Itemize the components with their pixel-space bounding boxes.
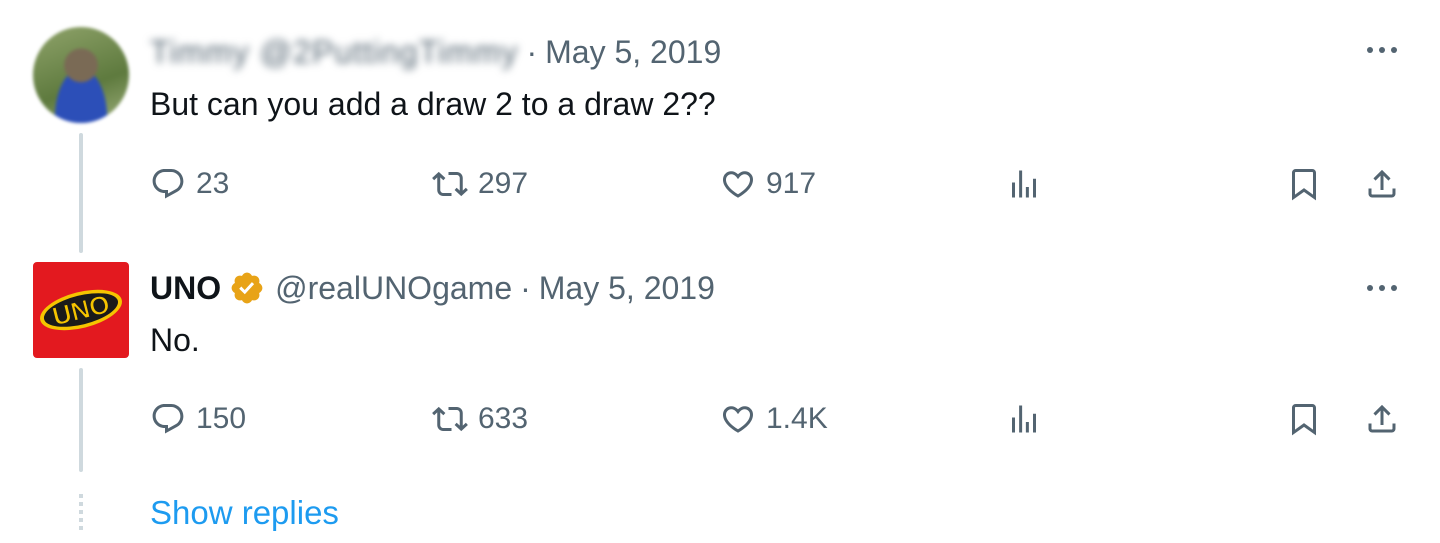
tweet-1-separator: ·	[526, 33, 538, 70]
reply-count: 150	[196, 402, 247, 435]
bookmark-icon	[1292, 169, 1316, 201]
like-icon	[722, 171, 754, 198]
tweet-1-date[interactable]: May 5, 2019	[545, 34, 721, 71]
user-avatar[interactable]	[33, 27, 129, 123]
tweet-2-separator: ·	[520, 269, 531, 306]
reply-button[interactable]: 150	[150, 399, 246, 439]
views-icon	[1012, 170, 1036, 198]
retweet-count: 297	[478, 167, 529, 200]
uno-logo: UNO	[40, 288, 122, 332]
share-button[interactable]	[1364, 399, 1400, 439]
tweet-1-header: Timmy @2PuttingTimmy · May 5, 2019	[150, 30, 721, 74]
retweet-icon	[432, 171, 468, 197]
tweet-1-handle[interactable]: @2PuttingTimmy	[260, 34, 519, 71]
share-icon	[1368, 169, 1396, 198]
verified-badge-icon[interactable]	[229, 270, 265, 306]
share-button[interactable]	[1364, 164, 1400, 204]
reply-count: 23	[196, 167, 230, 200]
thread-dots	[79, 494, 83, 534]
share-icon	[1368, 404, 1396, 433]
views-button[interactable]	[1006, 164, 1042, 204]
reply-icon	[152, 169, 184, 199]
uno-logo-avatar[interactable]: UNO	[33, 262, 129, 358]
like-count: 917	[766, 167, 817, 200]
bookmark-icon	[1292, 404, 1316, 436]
svg-text:UNO: UNO	[49, 288, 112, 331]
tweet-1-actions: 23 297 917	[0, 164, 1440, 204]
bookmark-button[interactable]	[1286, 399, 1322, 439]
tweet-2-actions: 150 633 1.4K	[0, 399, 1440, 439]
tweet-2-display-name[interactable]: UNO	[150, 270, 221, 307]
views-icon	[1012, 405, 1036, 433]
tweet-2-header: UNO @realUNOgame · May 5, 2019	[150, 266, 715, 310]
more-icon[interactable]	[1360, 40, 1404, 60]
like-button[interactable]: 1.4K	[720, 399, 828, 439]
like-icon	[722, 406, 754, 433]
reply-icon	[152, 404, 184, 434]
views-button[interactable]	[1006, 399, 1042, 439]
retweet-button[interactable]: 633	[432, 399, 528, 439]
tweet-2-text: No.	[150, 322, 200, 358]
retweet-button[interactable]: 297	[432, 164, 528, 204]
tweet-2-handle[interactable]: @realUNOgame	[275, 270, 512, 307]
bookmark-button[interactable]	[1286, 164, 1322, 204]
tweet-2-date[interactable]: May 5, 2019	[539, 270, 715, 307]
tweet-1-display-name[interactable]: Timmy	[150, 34, 250, 71]
like-button[interactable]: 917	[720, 164, 816, 204]
more-icon[interactable]	[1360, 278, 1404, 298]
retweet-count: 633	[478, 402, 529, 435]
tweet-1-text: But can you add a draw 2 to a draw 2??	[150, 86, 716, 122]
reply-button[interactable]: 23	[150, 164, 229, 204]
show-replies-link[interactable]: Show replies	[150, 494, 339, 532]
retweet-icon	[432, 406, 468, 432]
like-count: 1.4K	[766, 402, 828, 435]
